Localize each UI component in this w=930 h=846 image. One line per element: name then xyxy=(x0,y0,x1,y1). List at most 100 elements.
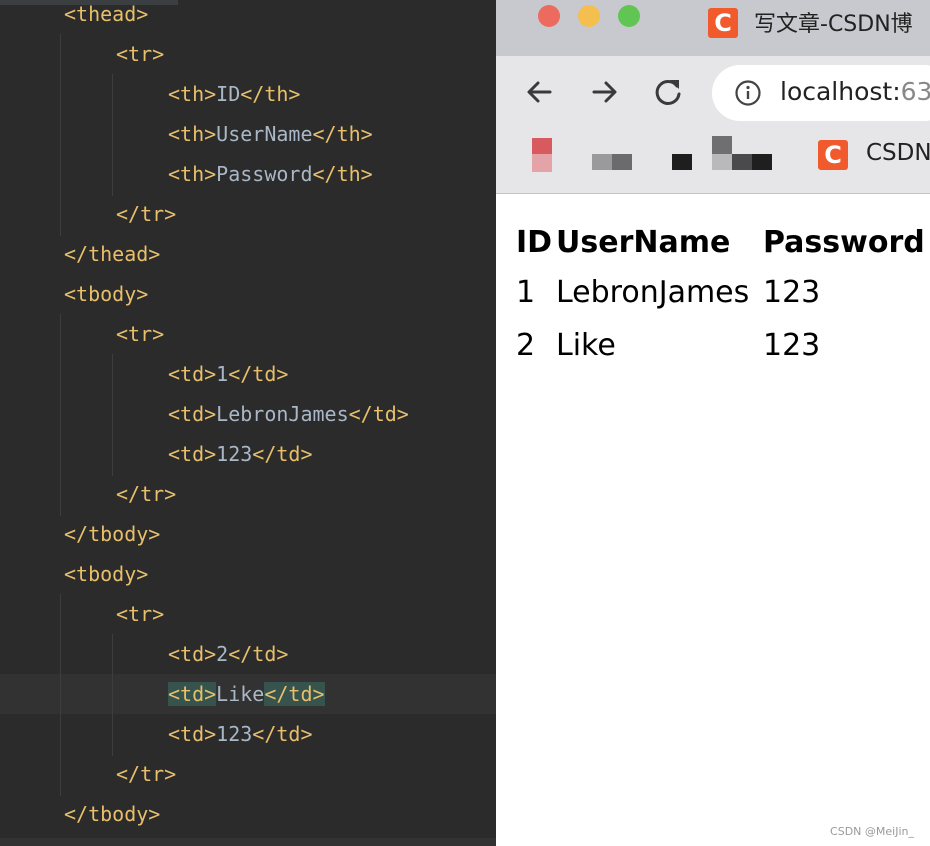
back-arrow-icon[interactable] xyxy=(520,72,560,112)
csdn-tab-favicon-icon: C xyxy=(708,8,738,38)
forward-arrow-icon[interactable] xyxy=(584,72,624,112)
address-port: 63 xyxy=(900,77,930,106)
code-tag-token: </td> xyxy=(264,682,325,706)
code-tag-token: <td> xyxy=(168,442,217,466)
code-line[interactable]: <th>UserName</th> xyxy=(168,114,373,154)
code-tag-token: </tr> xyxy=(116,202,177,226)
table-row: 2 Like 123 xyxy=(516,319,925,372)
code-line[interactable]: <thead> xyxy=(64,0,148,34)
code-line[interactable]: </tbody> xyxy=(64,794,160,834)
tab-title[interactable]: 写文章-CSDN博 xyxy=(754,6,913,38)
close-window-button[interactable] xyxy=(538,5,560,27)
bookmark-redacted-2b xyxy=(612,154,632,170)
bookmark-redacted-1[interactable] xyxy=(532,138,552,154)
address-host: localhost: xyxy=(780,77,901,106)
indent-guide xyxy=(60,34,61,236)
code-tag-token: </th> xyxy=(240,82,301,106)
code-tag-token: <tr> xyxy=(116,42,165,66)
code-line[interactable]: <tr> xyxy=(116,34,164,74)
code-line[interactable]: <td>2</td> xyxy=(168,634,288,674)
code-text-token: UserName xyxy=(216,122,313,146)
code-tag-token: </tbody> xyxy=(64,522,161,546)
code-tag-token: <th> xyxy=(168,162,217,186)
code-editor[interactable]: <thead> <tr> <th>ID</th> <th>UserName</th> <… xyxy=(0,0,496,846)
indent-guide xyxy=(60,594,61,796)
code-text-token: 123 xyxy=(216,722,253,746)
cell-id: 2 xyxy=(516,328,536,363)
code-line[interactable]: <th>ID</th> xyxy=(168,74,300,114)
code-text-token: 123 xyxy=(216,442,253,466)
bookmark-redacted-4d xyxy=(752,154,772,170)
code-line[interactable]: <tr> xyxy=(116,314,164,354)
cell-password: 123 xyxy=(763,328,821,363)
bookmark-redacted-2[interactable] xyxy=(592,154,612,170)
code-tag-token: <tbody> xyxy=(64,562,149,586)
code-line[interactable]: <tbody> xyxy=(64,554,148,594)
editor-bottom-scrollbar[interactable] xyxy=(0,838,496,846)
code-tag-token: <td> xyxy=(168,362,217,386)
minimize-window-button[interactable] xyxy=(578,5,600,27)
code-line[interactable]: </tr> xyxy=(116,194,176,234)
code-tag-token: <th> xyxy=(168,82,217,106)
code-tag-token: <td> xyxy=(168,682,217,706)
address-bar[interactable]: localhost:63 xyxy=(712,65,930,121)
cell-username: Like xyxy=(556,328,616,363)
code-tag-token: <tr> xyxy=(116,602,165,626)
info-icon[interactable] xyxy=(734,79,762,107)
code-text-token: ID xyxy=(216,82,241,106)
header-password: Password xyxy=(763,224,925,260)
code-tag-token: </td> xyxy=(348,402,409,426)
cell-username: LebronJames xyxy=(556,275,750,310)
code-tag-token: </thead> xyxy=(64,242,161,266)
cell-password: 123 xyxy=(763,275,821,310)
code-tag-token: <td> xyxy=(168,402,217,426)
indent-guide xyxy=(112,634,113,756)
code-line[interactable]: </tbody> xyxy=(64,514,160,554)
bookmark-redacted-1b xyxy=(532,154,552,172)
code-tag-token: </tr> xyxy=(116,482,177,506)
code-line[interactable]: <td>123</td> xyxy=(168,434,313,474)
code-tag-token: </td> xyxy=(252,442,313,466)
bookmark-redacted-4c xyxy=(732,154,752,170)
indent-guide xyxy=(60,314,61,516)
bookmark-csdn[interactable]: CSDN xyxy=(866,140,930,166)
code-tag-token: </td> xyxy=(252,722,313,746)
code-tag-token: </th> xyxy=(312,162,373,186)
reload-icon[interactable] xyxy=(648,72,688,112)
code-tag-token: </tbody> xyxy=(64,802,161,826)
code-tag-token: <thead> xyxy=(64,2,149,26)
code-line[interactable]: <td>1</td> xyxy=(168,354,288,394)
title-bar: C 写文章-CSDN博 xyxy=(496,0,930,56)
code-tag-token: <th> xyxy=(168,122,217,146)
table-row: 1 LebronJames 123 xyxy=(516,266,925,319)
maximize-window-button[interactable] xyxy=(618,5,640,27)
address-text[interactable]: localhost:63 xyxy=(780,77,930,106)
code-tag-token: <tbody> xyxy=(64,282,149,306)
bookmark-redacted-3[interactable] xyxy=(672,154,692,170)
code-line[interactable]: </tr> xyxy=(116,754,176,794)
bookmark-redacted-4[interactable] xyxy=(712,136,732,154)
bookmark-redacted-4b xyxy=(712,154,732,170)
code-line[interactable]: <td>Like</td> xyxy=(168,674,325,714)
code-text-token: Like xyxy=(216,682,265,706)
watermark: CSDN @MeiJin_ xyxy=(830,825,914,838)
code-line[interactable]: <td>123</td> xyxy=(168,714,313,754)
code-tag-token: </th> xyxy=(312,122,373,146)
code-line[interactable]: </thead> xyxy=(64,234,160,274)
code-line[interactable]: <td>LebronJames</td> xyxy=(168,394,409,434)
users-table: ID UserName Password 1 LebronJames 123 2… xyxy=(516,218,925,372)
browser-toolbar: localhost:63 C CSDN xyxy=(496,56,930,194)
code-line[interactable]: </tr> xyxy=(116,474,176,514)
csdn-bookmark-favicon-icon: C xyxy=(818,140,848,170)
code-tag-token: <td> xyxy=(168,722,217,746)
code-line[interactable]: <tbody> xyxy=(64,274,148,314)
code-line[interactable]: <tr> xyxy=(116,594,164,634)
table-header-row: ID UserName Password xyxy=(516,218,925,266)
browser-window: C 写文章-CSDN博 localhost:63 C CSDN ID UserN… xyxy=(496,0,930,846)
code-tag-token: </tr> xyxy=(116,762,177,786)
code-line[interactable]: <th>Password</th> xyxy=(168,154,373,194)
code-text-token: Password xyxy=(216,162,313,186)
code-tag-token: <tr> xyxy=(116,322,165,346)
code-text-token: LebronJames xyxy=(216,402,349,426)
cell-id: 1 xyxy=(516,275,536,310)
